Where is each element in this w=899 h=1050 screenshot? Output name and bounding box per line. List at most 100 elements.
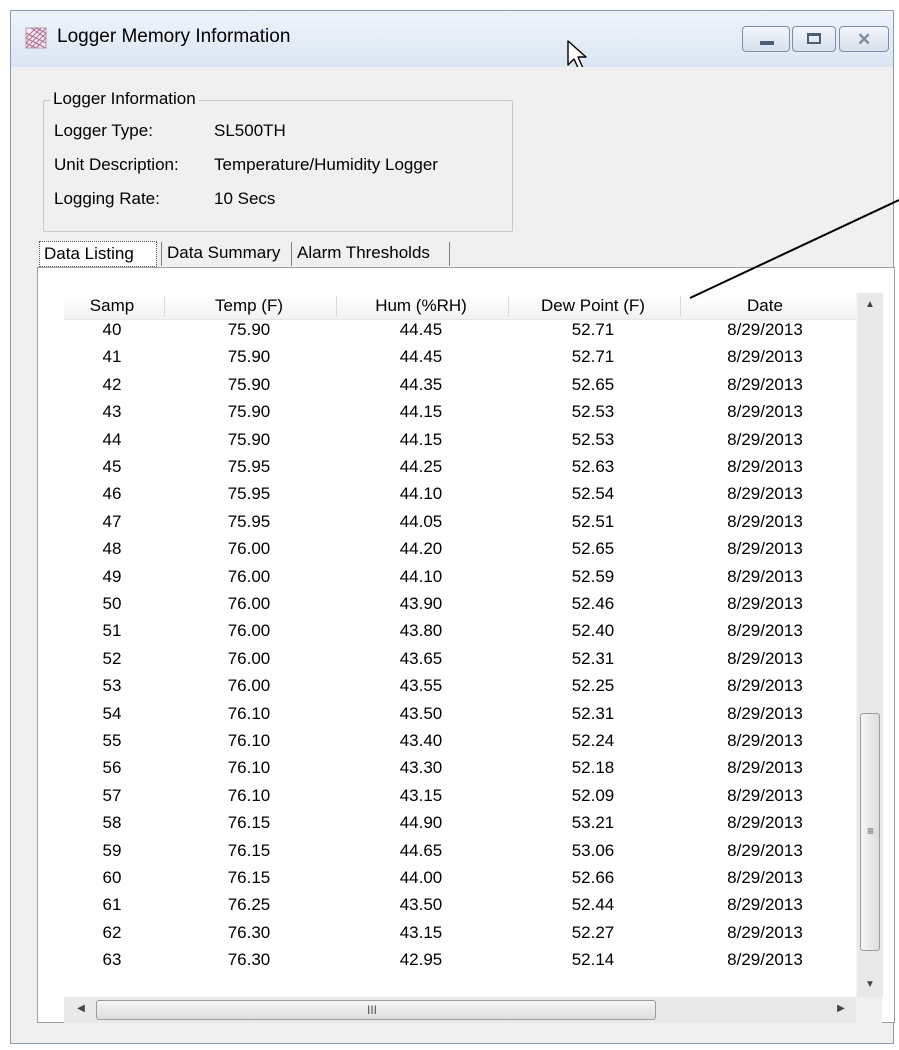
column-header-samp[interactable]: Samp bbox=[64, 293, 160, 319]
column-header-date[interactable]: Date bbox=[680, 293, 850, 319]
table-row[interactable]: 58 76.15 44.90 53.21 8/29/2013 bbox=[64, 812, 856, 839]
cell-dew-point: 52.51 bbox=[571, 511, 615, 531]
cell-date: 8/29/2013 bbox=[727, 566, 803, 586]
cell-temp: 75.95 bbox=[227, 457, 271, 476]
data-listing-panel: Samp Temp (F) Hum (%RH) Dew Point (F) Da… bbox=[37, 267, 895, 1023]
cell-hum: 44.45 bbox=[399, 347, 443, 367]
vertical-scroll-thumb[interactable]: ≡ bbox=[860, 713, 880, 951]
table-row[interactable]: 46 75.95 44.10 52.54 8/29/2013 bbox=[64, 483, 856, 510]
table-row[interactable]: 47 75.95 44.05 52.51 8/29/2013 bbox=[64, 511, 856, 538]
tab-data-summary[interactable]: Data Summary bbox=[163, 238, 284, 268]
cell-temp: 75.90 bbox=[227, 402, 271, 422]
cell-date: 8/29/2013 bbox=[727, 868, 803, 887]
table-row[interactable]: 54 76.10 43.50 52.31 8/29/2013 bbox=[64, 703, 856, 730]
cell-temp: 76.10 bbox=[227, 731, 271, 750]
table-row[interactable]: 62 76.30 43.15 52.27 8/29/2013 bbox=[64, 922, 856, 949]
window-title: Logger Memory Information bbox=[57, 26, 291, 47]
cell-temp: 76.00 bbox=[227, 648, 271, 668]
cell-hum: 44.15 bbox=[399, 402, 443, 422]
cell-dew-point: 52.53 bbox=[571, 429, 615, 449]
scroll-grip-icon: ≡ bbox=[867, 824, 875, 838]
table-row[interactable]: 57 76.10 43.15 52.09 8/29/2013 bbox=[64, 785, 856, 812]
horizontal-scroll-thumb[interactable]: III bbox=[96, 1000, 656, 1020]
table-row[interactable]: 41 75.90 44.45 52.71 8/29/2013 bbox=[64, 346, 856, 373]
horizontal-scrollbar[interactable]: ◀ III ▶ bbox=[64, 997, 856, 1023]
cell-temp: 76.00 bbox=[227, 566, 271, 586]
cell-dew-point: 52.71 bbox=[571, 347, 615, 367]
table-row[interactable]: 60 76.15 44.00 52.66 8/29/2013 bbox=[64, 867, 856, 894]
table-row[interactable]: 50 76.00 43.90 52.46 8/29/2013 bbox=[64, 593, 856, 620]
cell-date: 8/29/2013 bbox=[727, 374, 803, 394]
cell-hum: 44.05 bbox=[399, 511, 443, 531]
window-client-area: Logger Information Logger Type: SL500TH … bbox=[19, 67, 895, 1035]
close-button[interactable]: ✕ bbox=[839, 26, 889, 52]
table-row[interactable]: 43 75.90 44.15 52.53 8/29/2013 bbox=[64, 401, 856, 428]
column-header-dew-point[interactable]: Dew Point (F) bbox=[508, 293, 678, 319]
maximize-button[interactable] bbox=[792, 26, 836, 52]
cell-hum: 43.30 bbox=[399, 758, 443, 778]
logger-memory-window: Logger Memory Information ✕ Logger Infor… bbox=[10, 10, 895, 1044]
cell-samp: 50 bbox=[102, 594, 122, 613]
cell-temp: 76.00 bbox=[227, 676, 271, 696]
cell-date: 8/29/2013 bbox=[727, 813, 803, 833]
tab-data-listing[interactable]: Data Listing bbox=[39, 241, 157, 267]
title-bar[interactable]: Logger Memory Information ✕ bbox=[11, 11, 893, 71]
table-row[interactable]: 48 76.00 44.20 52.65 8/29/2013 bbox=[64, 538, 856, 565]
minimize-button[interactable] bbox=[742, 26, 790, 52]
cell-dew-point: 52.53 bbox=[571, 402, 615, 422]
column-header-hum[interactable]: Hum (%RH) bbox=[336, 293, 506, 319]
cell-hum: 43.65 bbox=[399, 648, 443, 668]
cell-temp: 75.90 bbox=[227, 374, 271, 394]
scroll-right-arrow-icon[interactable]: ▶ bbox=[828, 997, 854, 1021]
tab-alarm-thresholds[interactable]: Alarm Thresholds bbox=[293, 238, 434, 268]
table-row[interactable]: 56 76.10 43.30 52.18 8/29/2013 bbox=[64, 757, 856, 784]
cell-date: 8/29/2013 bbox=[727, 457, 803, 476]
cell-samp: 42 bbox=[102, 374, 122, 394]
cell-date: 8/29/2013 bbox=[727, 840, 803, 860]
table-row[interactable]: 59 76.15 44.65 53.06 8/29/2013 bbox=[64, 840, 856, 867]
table-row[interactable]: 51 76.00 43.80 52.40 8/29/2013 bbox=[64, 620, 856, 647]
cell-samp: 59 bbox=[102, 840, 122, 860]
table-row[interactable]: 42 75.90 44.35 52.65 8/29/2013 bbox=[64, 374, 856, 401]
cell-date: 8/29/2013 bbox=[727, 703, 803, 723]
table-row[interactable]: 44 75.90 44.15 52.53 8/29/2013 bbox=[64, 429, 856, 456]
table-row[interactable]: 40 75.90 44.45 52.71 8/29/2013 bbox=[64, 319, 856, 346]
cell-date: 8/29/2013 bbox=[727, 484, 803, 504]
scroll-down-arrow-icon[interactable]: ▼ bbox=[857, 973, 883, 997]
cell-temp: 76.00 bbox=[227, 539, 271, 559]
cell-samp: 45 bbox=[102, 457, 122, 476]
table-row[interactable]: 53 76.00 43.55 52.25 8/29/2013 bbox=[64, 675, 856, 702]
table-row[interactable]: 63 76.30 42.95 52.14 8/29/2013 bbox=[64, 949, 856, 976]
table-row[interactable]: 49 76.00 44.10 52.59 8/29/2013 bbox=[64, 566, 856, 593]
cell-temp: 76.10 bbox=[227, 758, 271, 778]
cell-samp: 54 bbox=[102, 703, 122, 723]
cell-hum: 44.65 bbox=[399, 840, 443, 860]
cell-dew-point: 52.59 bbox=[571, 566, 615, 586]
cell-dew-point: 53.21 bbox=[571, 813, 615, 833]
scroll-up-arrow-icon[interactable]: ▲ bbox=[857, 293, 883, 317]
cell-temp: 76.10 bbox=[227, 785, 271, 805]
cell-dew-point: 52.66 bbox=[571, 868, 615, 887]
table-row[interactable]: 45 75.95 44.25 52.63 8/29/2013 bbox=[64, 456, 856, 483]
cell-hum: 43.15 bbox=[399, 922, 443, 942]
cell-date: 8/29/2013 bbox=[727, 621, 803, 641]
cell-samp: 56 bbox=[102, 758, 122, 778]
cell-temp: 76.30 bbox=[227, 922, 271, 942]
cell-samp: 48 bbox=[102, 539, 122, 559]
cell-samp: 51 bbox=[102, 621, 122, 641]
table-row[interactable]: 61 76.25 43.50 52.44 8/29/2013 bbox=[64, 894, 856, 921]
cell-temp: 76.25 bbox=[227, 895, 271, 915]
cell-samp: 44 bbox=[102, 429, 122, 449]
scroll-left-arrow-icon[interactable]: ◀ bbox=[68, 997, 94, 1021]
close-icon: ✕ bbox=[857, 30, 872, 49]
vertical-scrollbar[interactable]: ▲ ≡ ▼ bbox=[856, 293, 883, 997]
table-row[interactable]: 52 76.00 43.65 52.31 8/29/2013 bbox=[64, 648, 856, 675]
cell-date: 8/29/2013 bbox=[727, 402, 803, 422]
cell-samp: 43 bbox=[102, 402, 122, 422]
cell-date: 8/29/2013 bbox=[727, 429, 803, 449]
cell-samp: 58 bbox=[102, 813, 122, 833]
data-list-view[interactable]: Samp Temp (F) Hum (%RH) Dew Point (F) Da… bbox=[64, 293, 883, 1023]
table-row[interactable]: 55 76.10 43.40 52.24 8/29/2013 bbox=[64, 730, 856, 757]
cell-hum: 42.95 bbox=[399, 950, 443, 970]
column-header-temp[interactable]: Temp (F) bbox=[164, 293, 334, 319]
